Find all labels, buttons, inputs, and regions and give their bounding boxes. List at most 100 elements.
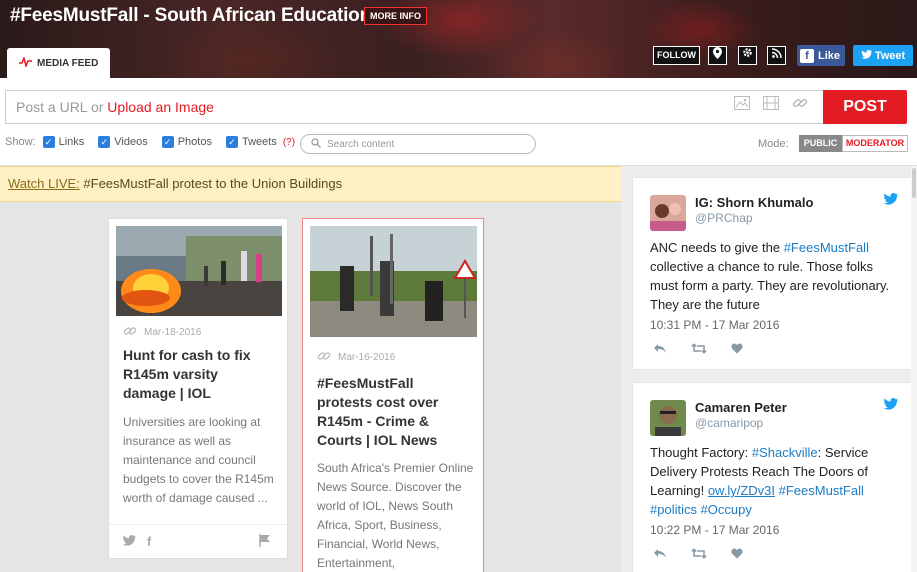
mode-public-button[interactable]: PUBLIC (799, 135, 842, 152)
card-meta: Mar-18-2016 (123, 325, 201, 340)
tweet-author-name[interactable]: IG: Shorn Khumalo (695, 195, 813, 210)
link-icon[interactable] (792, 96, 808, 114)
tweet-text: Thought Factory: #Shackville: Service De… (650, 443, 900, 519)
tweet-button[interactable]: Tweet (853, 45, 913, 66)
heart-icon[interactable] (731, 342, 743, 357)
checkbox-photos[interactable]: ✓ (161, 136, 174, 148)
checkbox-videos[interactable]: ✓ (98, 136, 111, 148)
film-icon[interactable] (763, 96, 779, 114)
hashtag-link[interactable]: #FeesMustFall (775, 483, 864, 498)
search-input[interactable]: Search content (300, 134, 536, 154)
card-meta: Mar-16-2016 (317, 350, 395, 365)
card-footer: f (109, 524, 287, 558)
link-icon (123, 325, 137, 340)
scrollbar-thumb[interactable] (912, 168, 916, 198)
live-banner: Watch LIVE: #FeesMustFall protest to the… (0, 166, 621, 202)
tab-media-feed[interactable]: MEDIA FEED (7, 48, 110, 78)
tweet-text: ANC needs to give the #FeesMustFall coll… (650, 238, 900, 314)
tweet-author-name[interactable]: Camaren Peter (695, 400, 787, 415)
card-description: Universities are looking at insurance as… (123, 415, 274, 505)
twitter-bird-icon[interactable] (122, 534, 137, 549)
filter-links-label: Links (58, 136, 85, 148)
flag-icon[interactable] (259, 534, 271, 550)
help-link[interactable]: (?) (283, 137, 295, 148)
tweet-author-handle[interactable]: @PRChap (695, 211, 753, 225)
tweet-text-part: ANC needs to give the (650, 240, 784, 255)
mode-label: Mode: (758, 138, 789, 150)
post-bar: Post a URL or Upload an Image POST Show:… (0, 78, 917, 166)
upload-image-link[interactable]: Upload an Image (107, 99, 214, 115)
tweet-timestamp[interactable]: 10:31 PM - 17 Mar 2016 (650, 318, 779, 332)
tweet-label: Tweet (874, 49, 906, 62)
card-date: Mar-18-2016 (144, 327, 202, 338)
card-date: Mar-16-2016 (338, 352, 396, 363)
card-image[interactable] (310, 226, 477, 337)
filter-tweets[interactable]: ✓ Tweets (?) (225, 136, 295, 148)
content-filters: Show: ✓ Links ✓ Videos ✓ Photos ✓ Tweets (?) (5, 136, 309, 148)
checkbox-links[interactable]: ✓ (42, 136, 55, 148)
tweet-author-handle[interactable]: @camaripop (695, 416, 763, 430)
media-type-icons (734, 96, 808, 114)
hashtag-link[interactable]: #FeesMustFall (784, 240, 869, 255)
tweet-card[interactable]: Camaren Peter @camaripop Thought Factory… (632, 382, 913, 572)
filter-photos-label: Photos (177, 136, 212, 148)
tweet-actions (653, 547, 743, 562)
facebook-like-label: Like (818, 49, 841, 62)
hashtag-link[interactable]: #Occupy (697, 502, 752, 517)
pulse-icon (19, 55, 32, 70)
card-title[interactable]: Hunt for cash to fix R145m varsity damag… (123, 346, 273, 403)
tweet-card[interactable]: IG: Shorn Khumalo @PRChap ANC needs to g… (632, 177, 913, 370)
image-icon[interactable] (734, 96, 750, 114)
hero-banner: #FeesMustFall - South African Education … (0, 0, 917, 78)
heart-icon[interactable] (731, 547, 743, 562)
link-icon (317, 350, 331, 365)
twitter-bird-icon (883, 397, 899, 413)
banner-text: #FeesMustFall protest to the Union Build… (79, 176, 343, 191)
tweet-text-part: collective a chance to rule. Those folks… (650, 259, 890, 312)
avatar[interactable] (650, 195, 686, 231)
facebook-icon[interactable]: f (147, 534, 151, 549)
search-icon (311, 137, 321, 151)
mode-moderator-button[interactable]: MODERATOR (842, 135, 908, 152)
gear-icon[interactable] (738, 46, 757, 65)
post-button[interactable]: POST (823, 90, 907, 124)
filter-photos[interactable]: ✓ Photos (161, 136, 212, 148)
filter-tweets-label: Tweets (241, 136, 277, 148)
reply-icon[interactable] (653, 547, 667, 562)
search-placeholder: Search content (327, 138, 395, 150)
watch-live-link[interactable]: Watch LIVE: (8, 176, 80, 191)
checkbox-tweets[interactable]: ✓ (225, 136, 238, 148)
card-description: South Africa's Premier Online News Sourc… (317, 461, 474, 570)
tab-label: MEDIA FEED (37, 57, 99, 69)
reply-icon[interactable] (653, 342, 667, 357)
feed-card[interactable]: Mar-18-2016 Hunt for cash to fix R145m v… (108, 218, 288, 559)
retweet-icon[interactable] (691, 342, 707, 357)
card-title[interactable]: #FeesMustFall protests cost over R145m -… (317, 374, 472, 450)
hashtag-link[interactable]: #politics (650, 502, 697, 517)
post-prompt: Post a URL or (16, 99, 108, 115)
card-image[interactable] (116, 226, 282, 316)
tweet-link[interactable]: ow.ly/ZDv3I (708, 483, 775, 498)
filter-links[interactable]: ✓ Links (42, 136, 85, 148)
map-pin-icon[interactable] (708, 46, 727, 65)
show-label: Show: (5, 136, 36, 148)
twitter-bird-icon (861, 49, 873, 62)
follow-button[interactable]: FOLLOW (653, 46, 700, 65)
tweet-actions (653, 342, 743, 357)
post-url-input[interactable]: Post a URL or Upload an Image (5, 90, 823, 124)
tweet-text-part: Thought Factory: (650, 445, 752, 460)
filter-videos-label: Videos (114, 136, 148, 148)
twitter-bird-icon (883, 192, 899, 208)
facebook-like-button[interactable]: f Like (797, 45, 845, 66)
filter-videos[interactable]: ✓ Videos (98, 136, 148, 148)
feed-card[interactable]: Mar-16-2016 #FeesMustFall protests cost … (302, 218, 484, 572)
facebook-icon: f (800, 48, 814, 63)
page-title: #FeesMustFall - South African Education (10, 5, 371, 26)
scrollbar[interactable] (911, 166, 917, 572)
more-info-button[interactable]: MORE INFO (364, 7, 427, 25)
hashtag-link[interactable]: #Shackville (752, 445, 818, 460)
tweet-timestamp[interactable]: 10:22 PM - 17 Mar 2016 (650, 523, 779, 537)
rss-icon[interactable] (767, 46, 786, 65)
avatar[interactable] (650, 400, 686, 436)
retweet-icon[interactable] (691, 547, 707, 562)
